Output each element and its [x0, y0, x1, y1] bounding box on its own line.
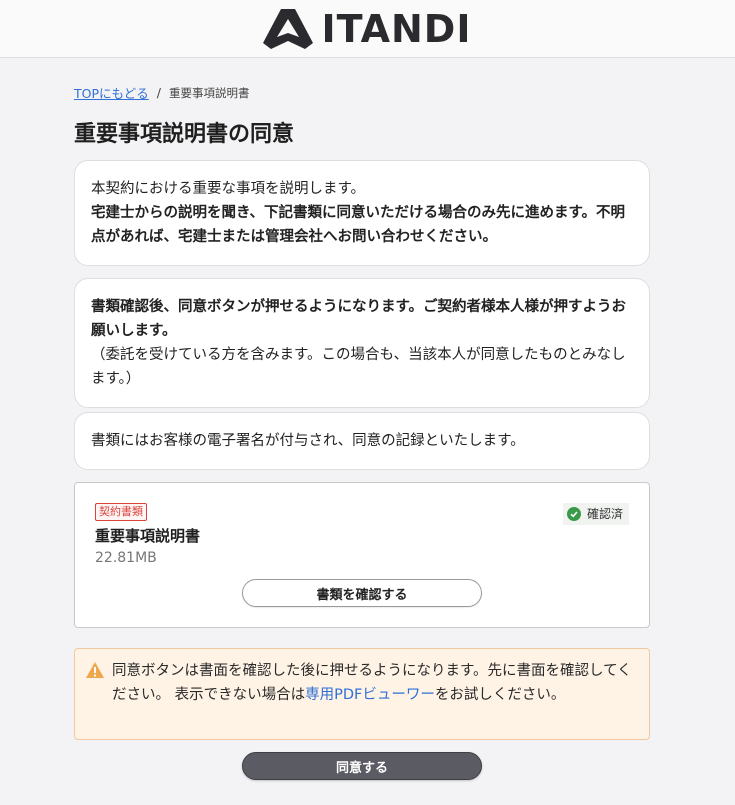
pdf-viewer-link[interactable]: 専用PDFビューワー — [305, 687, 435, 703]
breadcrumb-top-link[interactable]: TOPにもどる — [74, 83, 149, 102]
signature-card: 書類にはお客様の電子署名が付与され、同意の記録といたします。 — [74, 412, 650, 470]
agree-button[interactable]: 同意する — [242, 752, 482, 780]
page-title: 重要事項説明書の同意 — [74, 122, 295, 147]
document-status-badge: 確認済 — [562, 503, 629, 525]
breadcrumb-separator: / — [156, 85, 161, 100]
intro-text: 本契約における重要な事項を説明します。 — [91, 181, 366, 197]
itandi-logo[interactable]: ITANDI — [263, 7, 471, 51]
confirm-card: 書類確認後、同意ボタンが押せるようになります。ご契約者様本人様が押すようお願いし… — [74, 278, 650, 408]
notice-box: 同意ボタンは書面を確認した後に押せるようになります。先に書面を確認してください。… — [74, 648, 650, 740]
confirm-bold-text: 書類確認後、同意ボタンが押せるようになります。ご契約者様本人様が押すようお願いし… — [91, 299, 627, 339]
warning-triangle-icon — [86, 662, 104, 678]
logo-text: ITANDI — [321, 6, 472, 51]
signature-text: 書類にはお客様の電子署名が付与され、同意の記録といたします。 — [91, 433, 525, 449]
breadcrumb-current: 重要事項説明書 — [168, 85, 250, 100]
notice-text-after: をお試しください。 — [434, 687, 566, 703]
document-card: 契約書類 確認済 重要事項説明書 22.81MB 書類を確認する — [74, 482, 650, 628]
intro-bold-text: 宅建士からの説明を聞き、下記書類に同意いただける場合のみ先に進めます。不明点があ… — [91, 205, 626, 245]
breadcrumb: TOPにもどる / 重要事項説明書 — [74, 83, 249, 102]
document-status-label: 確認済 — [586, 507, 623, 521]
document-tag: 契約書類 — [95, 503, 147, 521]
itandi-logo-icon — [263, 8, 314, 49]
view-document-button[interactable]: 書類を確認する — [242, 579, 482, 607]
intro-card: 本契約における重要な事項を説明します。 宅建士からの説明を聞き、下記書類に同意い… — [74, 160, 650, 266]
document-name: 重要事項説明書 — [95, 527, 201, 545]
confirm-note-text: （委託を受けている方を含みます。この場合も、当該本人が同意したものとみなします。… — [91, 347, 626, 387]
check-circle-icon — [566, 507, 581, 521]
document-size: 22.81MB — [95, 550, 157, 566]
site-header: ITANDI — [0, 0, 735, 58]
